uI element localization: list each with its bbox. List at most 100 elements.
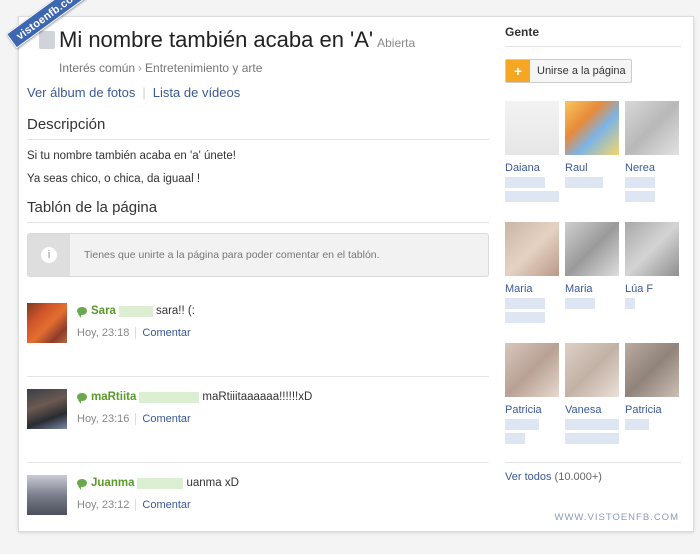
page-type-icon xyxy=(39,31,55,49)
redacted-surname xyxy=(625,298,635,309)
comment-button[interactable]: Comentar xyxy=(142,327,190,339)
video-list-link[interactable]: Lista de vídeos xyxy=(153,85,240,100)
comment-button[interactable]: Comentar xyxy=(142,499,190,511)
join-page-button[interactable]: + Unirse a la página xyxy=(505,59,632,83)
see-all-link[interactable]: Ver todos xyxy=(505,471,551,483)
comment-text: sara!! (: xyxy=(155,305,195,317)
redacted-surname xyxy=(565,419,619,430)
page-title: Mi nombre también acaba en 'A' xyxy=(59,27,374,52)
redacted-surname xyxy=(565,298,595,309)
notice-text: Tienes que unirte a la página para poder… xyxy=(84,249,380,261)
person-name[interactable]: Maria xyxy=(505,283,565,295)
person-name[interactable]: Nerea xyxy=(625,162,685,174)
redacted-name xyxy=(118,305,153,317)
profile-photo[interactable] xyxy=(505,222,559,276)
description-line: Si tu nombre también acaba en 'a' únete! xyxy=(27,150,236,162)
comment-time: Hoy, 23:12 xyxy=(77,499,130,511)
profile-photo[interactable] xyxy=(625,222,679,276)
plus-icon: + xyxy=(506,60,530,82)
page-container: Mi nombre también acaba en 'A' Abierta I… xyxy=(18,16,694,532)
notice-icon-box: i xyxy=(28,234,70,276)
person-name[interactable]: Lúa F xyxy=(625,283,685,295)
breadcrumb: Interés común › Entretenimiento y arte xyxy=(27,61,489,75)
redacted-surname xyxy=(505,298,545,309)
person-card[interactable]: Raul xyxy=(565,101,625,222)
person-card[interactable]: Nerea xyxy=(625,101,685,222)
comment-body: maRtiita maRtiiitaaaaaa!!!!!!xD Hoy, 23:… xyxy=(77,389,312,462)
person-name[interactable]: Patricia xyxy=(505,404,565,416)
profile-photo[interactable] xyxy=(565,222,619,276)
breadcrumb-item[interactable]: Interés común xyxy=(59,61,135,75)
redacted-surname xyxy=(505,419,539,430)
comment-item: maRtiita maRtiiitaaaaaa!!!!!!xD Hoy, 23:… xyxy=(27,389,489,463)
info-icon: i xyxy=(41,247,57,263)
profile-photo[interactable] xyxy=(505,343,559,397)
person-card[interactable]: Daiana xyxy=(505,101,565,222)
person-card[interactable]: Patricia xyxy=(625,343,685,464)
person-name[interactable]: Maria xyxy=(565,283,625,295)
person-card[interactable]: Maria xyxy=(565,222,625,343)
redacted-surname xyxy=(565,433,619,444)
profile-photo[interactable] xyxy=(625,101,679,155)
redacted-surname xyxy=(565,177,603,188)
comment-button[interactable]: Comentar xyxy=(142,413,190,425)
profile-photo[interactable] xyxy=(505,101,559,155)
person-name[interactable]: Patricia xyxy=(625,404,685,416)
comment-bubble-icon xyxy=(77,479,87,490)
people-count: (10.000+) xyxy=(554,471,602,483)
divider: | xyxy=(142,85,146,100)
comment-bubble-icon xyxy=(77,393,87,404)
media-links: Ver álbum de fotos | Lista de vídeos xyxy=(27,85,489,100)
comment-item: Juanma uanma xD Hoy, 23:12 Comentar xyxy=(27,475,489,531)
comment-text: maRtiiitaaaaaa!!!!!!xD xyxy=(202,391,313,403)
page-header: Mi nombre también acaba en 'A' Abierta xyxy=(27,27,489,55)
redacted-surname xyxy=(625,419,649,430)
avatar[interactable] xyxy=(27,475,67,515)
profile-photo[interactable] xyxy=(565,101,619,155)
description-heading: Descripción xyxy=(27,116,489,140)
wall-heading: Tablón de la página xyxy=(27,199,489,223)
join-label: Unirse a la página xyxy=(537,65,626,77)
avatar[interactable] xyxy=(27,303,67,343)
breadcrumb-item[interactable]: Entretenimiento y arte xyxy=(145,61,262,75)
main-column: Mi nombre también acaba en 'A' Abierta I… xyxy=(27,27,489,531)
redacted-surname xyxy=(625,177,655,188)
person-name[interactable]: Vanesa xyxy=(565,404,625,416)
redacted-surname xyxy=(625,191,655,202)
person-card[interactable]: Maria xyxy=(505,222,565,343)
comment-author[interactable]: Juanma xyxy=(91,477,134,489)
chevron-right-icon: › xyxy=(138,61,143,75)
wall-notice: i Tienes que unirte a la página para pod… xyxy=(27,233,489,277)
people-grid: Daiana Raul Nerea Maria Maria Lúa F Patr… xyxy=(505,101,681,464)
see-all-row: Ver todos (10.000+) xyxy=(505,462,681,483)
sidebar-title: Gente xyxy=(505,25,681,47)
person-card[interactable]: Vanesa xyxy=(565,343,625,464)
comment-body: Sara sara!! (: Hoy, 23:18 Comentar xyxy=(77,303,195,376)
sidebar: Gente + Unirse a la página Daiana Raul N… xyxy=(505,25,681,483)
description-body: Si tu nombre también acaba en 'a' únete!… xyxy=(27,150,489,185)
person-name[interactable]: Daiana xyxy=(505,162,565,174)
profile-photo[interactable] xyxy=(565,343,619,397)
comment-author[interactable]: Sara xyxy=(91,305,116,317)
redacted-name xyxy=(137,477,184,489)
comment-time: Hoy, 23:16 xyxy=(77,413,130,425)
divider xyxy=(135,499,137,511)
comment-author[interactable]: maRtiita xyxy=(91,391,136,403)
photo-album-link[interactable]: Ver álbum de fotos xyxy=(27,85,135,100)
person-card[interactable]: Lúa F xyxy=(625,222,685,343)
watermark: WWW.VISTOENFB.COM xyxy=(554,512,679,523)
comment-text: uanma xD xyxy=(186,477,239,489)
person-card[interactable]: Patricia xyxy=(505,343,565,464)
redacted-surname xyxy=(505,312,545,323)
redacted-surname xyxy=(505,191,559,202)
profile-photo[interactable] xyxy=(625,343,679,397)
comment-item: Sara sara!! (: Hoy, 23:18 Comentar xyxy=(27,303,489,377)
comment-body: Juanma uanma xD Hoy, 23:12 Comentar xyxy=(77,475,239,531)
comment-bubble-icon xyxy=(77,307,87,318)
divider xyxy=(135,327,137,339)
page-status: Abierta xyxy=(377,36,416,50)
description-line: Ya seas chico, o chica, da iguaal ! xyxy=(27,173,201,185)
person-name[interactable]: Raul xyxy=(565,162,625,174)
avatar[interactable] xyxy=(27,389,67,429)
redacted-surname xyxy=(505,177,545,188)
